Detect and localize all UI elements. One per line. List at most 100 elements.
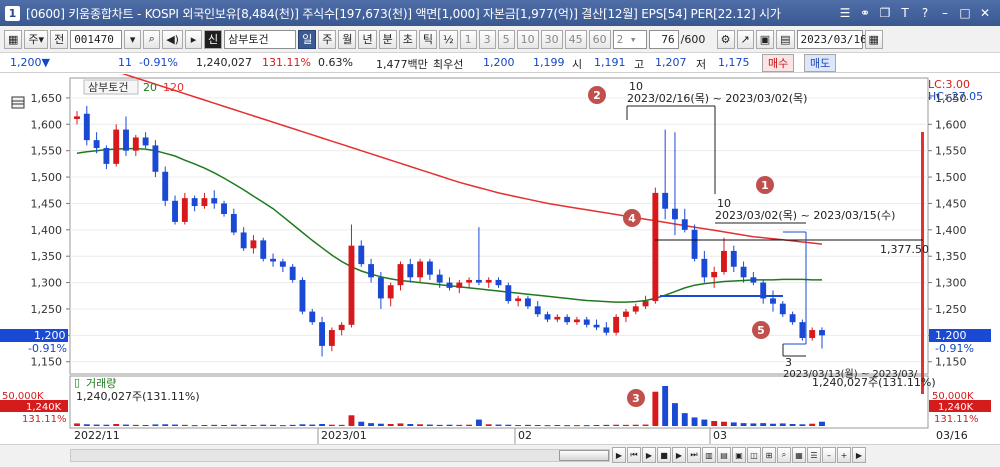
minimize-icon[interactable]: – — [936, 3, 954, 23]
interval-3[interactable]: 3 — [478, 29, 496, 49]
zoom-in-icon[interactable]: ▥ — [702, 447, 716, 463]
close-icon[interactable]: ✕ — [976, 3, 994, 23]
chart-area[interactable]: 1,650 1,600 1,550 1,500 1,450 1,400 1,350 1,300… — [0, 60, 1000, 444]
last-icon[interactable]: ⏭ — [687, 447, 701, 463]
interval-45[interactable]: 45 — [564, 29, 587, 49]
search-icon-bottom[interactable]: ⌕ — [777, 447, 791, 463]
view-all-icon[interactable]: ◫ — [747, 447, 761, 463]
scroll-end-icon[interactable]: ▶ — [852, 447, 866, 463]
save-icon[interactable]: ▣ — [755, 29, 775, 49]
timeframe-tick[interactable]: 틱 — [418, 29, 437, 49]
legend-stock-name: 삼부토건 — [88, 81, 128, 94]
volume-bar — [240, 424, 247, 426]
quote-bar: 1,200▼ 11 -0.91% 1,240,027 131.11% 0.63%… — [0, 53, 1000, 73]
zoom-out-icon[interactable]: ▤ — [717, 447, 731, 463]
shrink-icon[interactable]: – — [822, 447, 836, 463]
scroll-right-icon[interactable]: ▶ — [612, 447, 626, 463]
stock-code-input[interactable]: 001470 — [70, 29, 123, 49]
buy-button[interactable]: 매수 — [762, 54, 795, 72]
chart-scrollbar[interactable]: ▶ ⏮ ▶ ■ ▶ ⏭ ▥ ▤ ▣ ◫ ⊞ ⌕ ▦ ☰ – + ▶ — [0, 444, 1000, 467]
list-icon[interactable]: ☰ — [807, 447, 821, 463]
forward-icon[interactable]: ▶ — [672, 447, 686, 463]
volume-bar — [152, 424, 159, 426]
volume-title-mark: ▯ — [74, 376, 80, 389]
scroll-first-icon[interactable]: ⏮ — [627, 447, 641, 463]
restore-icon[interactable]: ❐ — [876, 3, 894, 23]
date-picker-icon[interactable]: ▦ — [864, 29, 883, 49]
current-price-axis-label: 1,200 — [935, 329, 967, 342]
indicator-icon[interactable]: ↗ — [736, 29, 754, 49]
volume-bar — [397, 423, 404, 426]
timeframe-month[interactable]: 월 — [338, 29, 357, 49]
display-count-input[interactable]: 76 — [648, 29, 679, 49]
marker-4: 4 — [623, 209, 641, 227]
timeframe-second[interactable]: 초 — [398, 29, 417, 49]
chart-config-icon[interactable] — [11, 96, 25, 109]
interval-60[interactable]: 60 — [588, 29, 611, 49]
timeframe-day[interactable]: 일 — [298, 29, 317, 49]
svg-text:1: 1 — [761, 179, 769, 192]
font-size-icon[interactable]: T — [896, 3, 914, 23]
window-arrange-icon[interactable]: ☰ — [836, 3, 854, 23]
interval-value: 2 — [616, 32, 624, 46]
search-icon[interactable]: ⌕ — [143, 29, 161, 49]
candle-body — [142, 137, 149, 146]
current-price-left-label: 1,200 — [34, 329, 66, 342]
half-button[interactable]: ½ — [438, 29, 458, 49]
market-select[interactable]: 주 ▾ — [24, 29, 49, 49]
candle-body — [181, 198, 188, 222]
volume-bar — [534, 425, 541, 426]
interval-10[interactable]: 10 — [516, 29, 539, 49]
split-view-icon[interactable]: ⊞ — [762, 447, 776, 463]
scroll-thumb[interactable] — [559, 450, 609, 461]
volume-bar — [417, 424, 424, 426]
candle-body — [309, 311, 316, 323]
candle-body — [495, 279, 502, 286]
stop-icon[interactable]: ■ — [657, 447, 671, 463]
date-input[interactable]: 2023/03/16 — [796, 29, 867, 49]
candle-body — [250, 240, 257, 249]
candle-body — [730, 250, 737, 267]
timeframe-week[interactable]: 주 — [318, 29, 337, 49]
timeframe-minute[interactable]: 분 — [378, 29, 397, 49]
candle-body — [201, 198, 208, 207]
price-chart[interactable]: 1,650 1,600 1,550 1,500 1,450 1,400 1,350 1,300… — [0, 60, 1000, 444]
help-icon[interactable]: ? — [916, 3, 934, 23]
price-change-pct: -0.91% — [139, 56, 178, 69]
volume-bar — [475, 419, 482, 426]
grid-toggle-icon[interactable]: ▦ — [792, 447, 806, 463]
prev-stock-icon[interactable]: ▸ — [184, 29, 202, 49]
code-dropdown-icon[interactable]: ▾ — [124, 29, 142, 49]
scroll-track[interactable] — [70, 449, 610, 462]
candle-body — [554, 316, 561, 320]
volume-bar — [760, 423, 767, 426]
volume-bar — [103, 424, 110, 426]
interval-select[interactable]: 2 ▾ — [612, 29, 647, 49]
candle-body — [113, 129, 120, 164]
candle-body — [191, 198, 198, 207]
y-tick-label-left: 1,500 — [31, 171, 63, 184]
link-icon[interactable]: ⚭ — [856, 3, 874, 23]
candle-body — [740, 266, 747, 278]
interval-5[interactable]: 5 — [497, 29, 515, 49]
maximize-icon[interactable]: □ — [956, 3, 974, 23]
zoom-reset-icon[interactable]: ▣ — [732, 447, 746, 463]
sell-button[interactable]: 매도 — [804, 54, 837, 72]
play-icon[interactable]: ▶ — [642, 447, 656, 463]
level-label: 1,377.50 — [880, 243, 929, 256]
svg-text:4: 4 — [628, 212, 636, 225]
best-bid: 1,199 — [533, 56, 565, 69]
calendar-icon[interactable]: ▤ — [776, 29, 795, 49]
candle-body — [466, 279, 473, 283]
trade-amount: 1,477백만 — [376, 58, 428, 71]
timeframe-year[interactable]: 년 — [358, 29, 377, 49]
period-button[interactable]: 전 — [50, 29, 69, 49]
sound-icon[interactable]: ◀) — [162, 29, 183, 49]
candle-body — [642, 301, 649, 307]
chart-settings-icon[interactable]: ⚙ — [716, 29, 735, 49]
candle-body — [123, 129, 129, 151]
interval-1[interactable]: 1 — [459, 29, 477, 49]
grid-icon[interactable]: ▦ — [4, 29, 23, 49]
expand-icon[interactable]: + — [837, 447, 851, 463]
interval-30[interactable]: 30 — [540, 29, 563, 49]
